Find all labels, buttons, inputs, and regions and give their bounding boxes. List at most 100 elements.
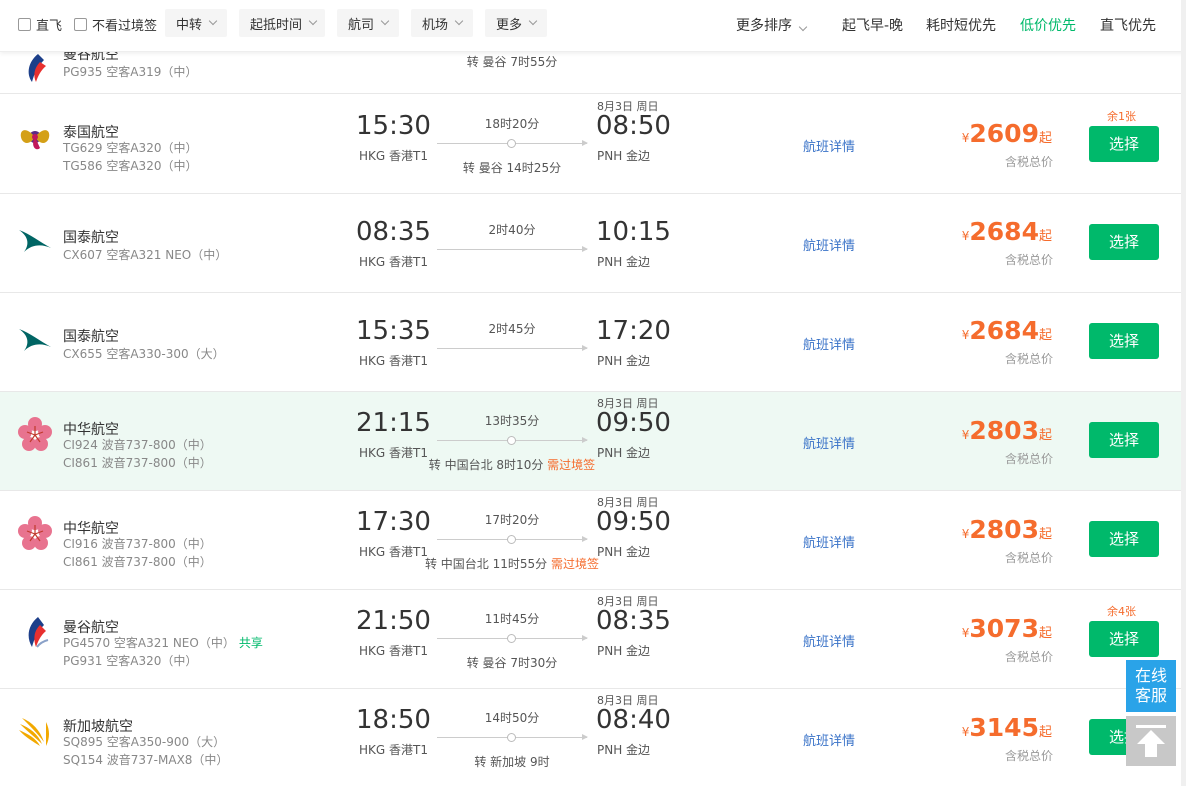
stopover-dot	[507, 139, 516, 148]
price-from-label: 起	[1038, 527, 1052, 542]
sort-shortest-duration[interactable]: 耗时短优先	[926, 15, 996, 35]
price-from-label: 起	[1038, 626, 1052, 641]
transfer-info: 转 曼谷 7时30分	[437, 654, 587, 671]
select-button[interactable]: 选择	[1089, 224, 1159, 260]
transit-visa-warning: 需过境签	[550, 557, 599, 571]
flight-number-1: TG629 空客A320（中）	[63, 139, 197, 156]
flight-details-link[interactable]: 航班详情	[803, 433, 855, 452]
sort-nonstop-first[interactable]: 直飞优先	[1100, 15, 1156, 35]
sort-lowest-price[interactable]: 低价优先	[1020, 15, 1076, 35]
flight-duration: 11时45分	[484, 612, 540, 626]
select-button[interactable]: 选择	[1089, 126, 1159, 162]
flight-details-link[interactable]: 航班详情	[803, 235, 855, 254]
filter-bar: 直飞 不看过境签 中转 起抵时间 航司 机场 更多 更多排序 起飞早-晚 耗时短…	[0, 0, 1186, 52]
airline-dropdown[interactable]: 航司	[337, 9, 399, 37]
flight-row: 国泰航空 CX655 空客A330-300（大） 15:35 HKG 香港T1 2时45…	[0, 293, 1186, 392]
price-value: 2684	[969, 316, 1039, 345]
transfer-text: 转 曼谷 14时25分	[462, 161, 562, 175]
tax-included-label: 含税总价	[1005, 352, 1054, 366]
service-label-line2: 客服	[1134, 686, 1167, 705]
flight-row: 曼谷航空 PG4570 空客A321 NEO（中） 共享 PG931 空客A320（中…	[0, 590, 1186, 689]
flight-details-link[interactable]: 航班详情	[803, 532, 855, 551]
flight-number-1-text: CI924 波音737-800（中）	[63, 438, 212, 452]
nonstop-label: 直飞	[36, 19, 63, 34]
stopover-dot	[507, 634, 516, 643]
flight-number-1: CX607 空客A321 NEO（中）	[63, 246, 227, 263]
route-line	[437, 246, 588, 252]
more-sort-dropdown[interactable]: 更多排序	[736, 15, 808, 35]
transfer-text: 转 曼谷 7时30分	[466, 656, 558, 670]
checkbox-box[interactable]	[18, 18, 31, 31]
flight-duration: 2时40分	[488, 223, 536, 237]
departure-time: 17:30	[356, 507, 431, 537]
flight-duration: 14时50分	[484, 711, 540, 725]
price: ¥3145起	[962, 713, 1052, 742]
no-transit-visa-checkbox[interactable]: 不看过境签	[74, 15, 157, 34]
departure-time: 18:50	[356, 705, 431, 735]
flight-number-1: CX655 空客A330-300（大）	[63, 345, 225, 362]
flight-number-2: TG586 空客A320（中）	[63, 159, 198, 173]
transfer-info: 转 中国台北 8时10分 需过境签	[400, 456, 624, 473]
dropdown-label: 中转	[176, 17, 203, 33]
flight-number-1: CI924 波音737-800（中）	[63, 436, 212, 453]
flight-number-1-text: TG629 空客A320（中）	[63, 141, 198, 155]
more-sort-label: 更多排序	[736, 18, 792, 34]
price: ¥2609起	[962, 119, 1052, 148]
back-to-top-button[interactable]	[1126, 716, 1176, 766]
transfer-dropdown[interactable]: 中转	[165, 9, 227, 37]
price-from-label: 起	[1038, 725, 1052, 740]
tax-included-label: 含税总价	[1005, 452, 1054, 466]
more-dropdown[interactable]: 更多	[485, 9, 547, 37]
flight-details-link[interactable]: 航班详情	[803, 334, 855, 353]
flight-details-link[interactable]: 航班详情	[803, 136, 855, 155]
tax-included-label: 含税总价	[1005, 551, 1054, 565]
airport-dropdown[interactable]: 机场	[411, 9, 473, 37]
price: ¥2803起	[962, 416, 1052, 445]
flight-details-link[interactable]: 航班详情	[803, 730, 855, 749]
select-button[interactable]: 选择	[1089, 323, 1159, 359]
chevron-down-icon	[208, 16, 218, 26]
stopover-dot	[507, 733, 516, 742]
price-from-label: 起	[1038, 229, 1052, 244]
flight-row: 泰国航空 TG629 空客A320（中） TG586 空客A320（中） 15:30 H…	[0, 95, 1186, 194]
china-airlines-logo	[18, 417, 52, 451]
thai-logo	[20, 130, 50, 150]
transfer-text: 转 中国台北 11时55分	[424, 557, 548, 571]
chevron-down-icon	[380, 16, 390, 26]
departure-airport: HKG 香港T1	[359, 255, 428, 269]
time-dropdown[interactable]: 起抵时间	[239, 9, 325, 37]
arrival-time: 09:50	[596, 408, 671, 438]
cathay-logo	[19, 329, 51, 351]
flight-number-1: SQ895 空客A350-900（大）	[63, 733, 225, 750]
arrival-airport: PNH 金边	[597, 644, 651, 658]
flight-details-link[interactable]: 航班详情	[803, 631, 855, 650]
nonstop-checkbox[interactable]: 直飞	[18, 15, 62, 34]
price: ¥2803起	[962, 515, 1052, 544]
sort-departure-time[interactable]: 起飞早-晚	[842, 15, 903, 35]
transfer-info: 转 新加坡 9时	[437, 753, 587, 770]
select-button[interactable]: 选择	[1089, 521, 1159, 557]
price-value: 3145	[969, 713, 1039, 742]
price: ¥2684起	[962, 316, 1052, 345]
price-value: 2803	[969, 416, 1039, 445]
chevron-down-icon	[308, 16, 318, 26]
arrival-time: 09:50	[596, 507, 671, 537]
flight-number-1-text: CI916 波音737-800（中）	[63, 537, 212, 551]
scrollbar[interactable]	[1181, 0, 1186, 786]
chevron-down-icon	[454, 16, 464, 26]
departure-airport: HKG 香港T1	[359, 743, 428, 757]
flight-row: 中华航空 CI924 波音737-800（中） CI861 波音737-800（中）…	[0, 392, 1186, 491]
arrival-airport: PNH 金边	[597, 743, 651, 757]
select-button[interactable]: 选择	[1089, 621, 1159, 657]
tax-included-label: 含税总价	[1005, 155, 1054, 169]
departure-airport: HKG 香港T1	[359, 644, 428, 658]
departure-time: 15:35	[356, 316, 431, 346]
dropdown-label: 机场	[422, 17, 449, 33]
flight-duration: 17时20分	[484, 513, 540, 527]
arrival-time: 17:20	[596, 316, 671, 346]
online-service-button[interactable]: 在线 客服	[1126, 660, 1176, 712]
checkbox-box[interactable]	[74, 18, 87, 31]
chevron-down-icon	[798, 22, 808, 32]
arrival-airport: PNH 金边	[597, 545, 651, 559]
select-button[interactable]: 选择	[1089, 422, 1159, 458]
